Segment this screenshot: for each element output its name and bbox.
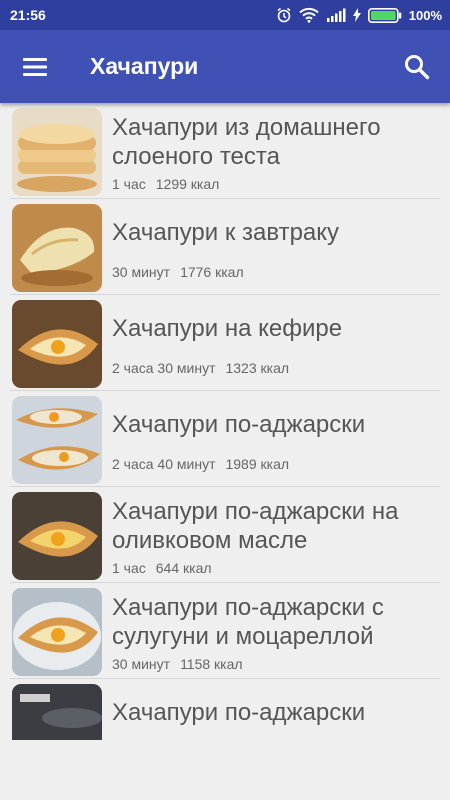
recipe-thumbnail: [12, 588, 102, 676]
recipe-title: Хачапури по-аджарски: [112, 699, 366, 726]
page-title: Хачапури: [90, 53, 199, 79]
recipe-meta: 1 час 644 ккал: [112, 560, 212, 576]
recipe-time: 2 часа 40 минут: [112, 456, 216, 472]
charging-icon: [352, 8, 361, 22]
recipe-calories: 1776 ккал: [180, 264, 244, 280]
recipe-item[interactable]: Хачапури по-аджарски: [0, 679, 450, 740]
recipe-title: Хачапури из домашнего слоеного теста: [112, 114, 381, 170]
recipe-calories: 644 ккал: [155, 560, 212, 576]
recipe-item[interactable]: Хачапури по-аджарски на оливковом масле 1…: [0, 487, 450, 583]
recipe-item[interactable]: Хачапури к завтраку 30 минут 1776 ккал: [0, 199, 450, 295]
recipe-thumbnail: [12, 300, 102, 388]
recipe-meta: 2 часа 40 минут 1989 ккал: [112, 456, 289, 472]
menu-button[interactable]: [18, 50, 52, 84]
recipe-time: 30 минут: [112, 656, 171, 672]
recipe-item[interactable]: Хачапури по-аджарски с сулугуни и моцаре…: [0, 583, 450, 679]
battery-icon: [367, 7, 402, 23]
recipe-thumbnail: [12, 492, 102, 580]
recipe-title: Хачапури к завтраку: [112, 219, 340, 246]
recipe-item[interactable]: Хачапури из домашнего слоеного теста 1 ча…: [0, 103, 450, 199]
recipe-thumbnail: [12, 204, 102, 292]
recipe-meta: 1 час 1299 ккал: [112, 176, 219, 192]
recipe-text: Хачапури на кефире 2 часа 30 минут 1323 кк…: [112, 295, 436, 391]
recipe-title: Хачапури по-аджарски: [112, 411, 366, 438]
recipe-calories: 1158 ккал: [180, 656, 243, 672]
search-icon: [405, 55, 430, 80]
recipe-thumbnail: [12, 108, 102, 196]
recipe-thumbnail: [12, 396, 102, 484]
status-bar: 21:56 100%: [0, 0, 450, 30]
status-icons: 100%: [276, 6, 442, 24]
recipe-time: 1 час: [112, 176, 146, 192]
recipe-title: Хачапури по-аджарски на оливковом масле: [112, 498, 399, 554]
menu-icon: [23, 58, 47, 76]
recipe-text: Хачапури по-аджарски на оливковом масле 1…: [112, 487, 436, 583]
recipe-time: 1 час: [112, 560, 146, 576]
app-bar: Хачапури: [0, 30, 450, 103]
recipe-item[interactable]: Хачапури по-аджарски 2 часа 40 минут 1989 …: [0, 391, 450, 487]
recipe-text: Хачапури по-аджарски: [112, 679, 436, 740]
recipe-meta: 30 минут 1776 ккал: [112, 264, 244, 280]
recipe-list[interactable]: Хачапури из домашнего слоеного теста 1 ча…: [0, 103, 450, 740]
recipe-calories: 1989 ккал: [225, 456, 290, 472]
recipe-item[interactable]: Хачапури на кефире 2 часа 30 минут 1323 кк…: [0, 295, 450, 391]
recipe-time: 2 часа 30 минут: [112, 360, 216, 376]
recipe-text: Хачапури по-аджарски 2 часа 40 минут 1989 …: [112, 391, 436, 487]
recipe-calories: 1299 ккал: [155, 176, 220, 192]
recipe-text: Хачапури по-аджарски с сулугуни и моцаре…: [112, 583, 436, 679]
recipe-time: 30 минут: [112, 264, 171, 280]
recipe-meta: 2 часа 30 минут 1323 ккал: [112, 360, 289, 376]
recipe-thumbnail: [12, 684, 102, 740]
recipe-text: Хачапури к завтраку 30 минут 1776 ккал: [112, 199, 436, 295]
recipe-title: Хачапури по-аджарски с сулугуни и моцаре…: [112, 594, 384, 650]
battery-level: 100%: [408, 7, 442, 23]
signal-icon: [326, 8, 346, 22]
search-button[interactable]: [400, 50, 434, 84]
status-time: 21:56: [10, 7, 46, 23]
alarm-icon: [277, 7, 291, 23]
bottom-area: [0, 740, 450, 800]
wifi-icon: [299, 7, 319, 23]
recipe-title: Хачапури на кефире: [112, 315, 343, 342]
recipe-calories: 1323 ккал: [225, 360, 290, 376]
recipe-meta: 30 минут 1158 ккал: [112, 656, 243, 672]
recipe-text: Хачапури из домашнего слоеного теста 1 ча…: [112, 103, 436, 199]
